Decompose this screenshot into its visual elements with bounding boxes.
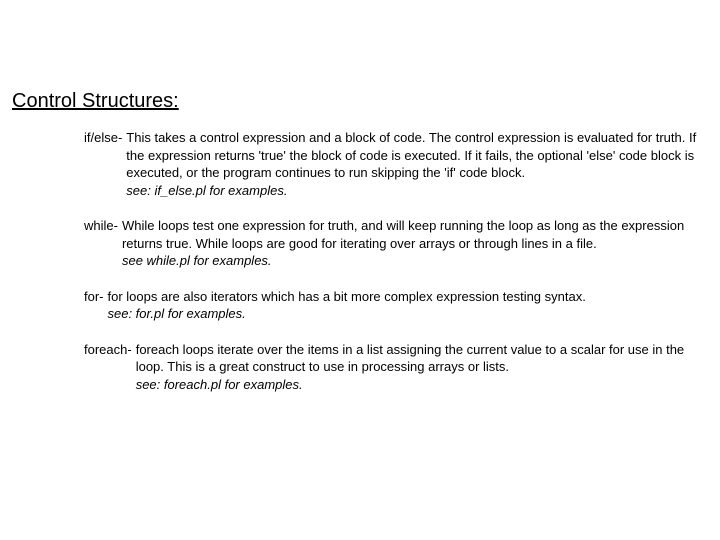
see-reference: see: for.pl for examples. (108, 306, 246, 321)
definition: foreach loops iterate over the items in … (132, 341, 708, 394)
definition: for loops are also iterators which has a… (104, 288, 709, 323)
entry-for: for- for loops are also iterators which … (84, 288, 708, 323)
page-title: Control Structures: (12, 90, 708, 113)
entry-ifelse: if/else- This takes a control expression… (84, 129, 708, 199)
description-text: for loops are also iterators which has a… (108, 289, 586, 304)
term-label: for- (84, 288, 104, 306)
see-reference: see while.pl for examples. (122, 253, 272, 268)
description-text: This takes a control expression and a bl… (126, 130, 696, 180)
entry-foreach: foreach- foreach loops iterate over the … (84, 341, 708, 394)
entries-list: if/else- This takes a control expression… (12, 129, 708, 394)
definition: This takes a control expression and a bl… (122, 129, 708, 199)
term-label: foreach- (84, 341, 132, 359)
see-reference: see: foreach.pl for examples. (136, 377, 303, 392)
description-text: While loops test one expression for trut… (122, 218, 684, 251)
term-label: while- (84, 217, 118, 235)
entry-while: while- While loops test one expression f… (84, 217, 708, 270)
term-label: if/else- (84, 129, 122, 147)
slide-content: Control Structures: if/else- This takes … (0, 0, 720, 394)
definition: While loops test one expression for trut… (118, 217, 708, 270)
description-text: foreach loops iterate over the items in … (136, 342, 684, 375)
see-reference: see: if_else.pl for examples. (126, 183, 287, 198)
